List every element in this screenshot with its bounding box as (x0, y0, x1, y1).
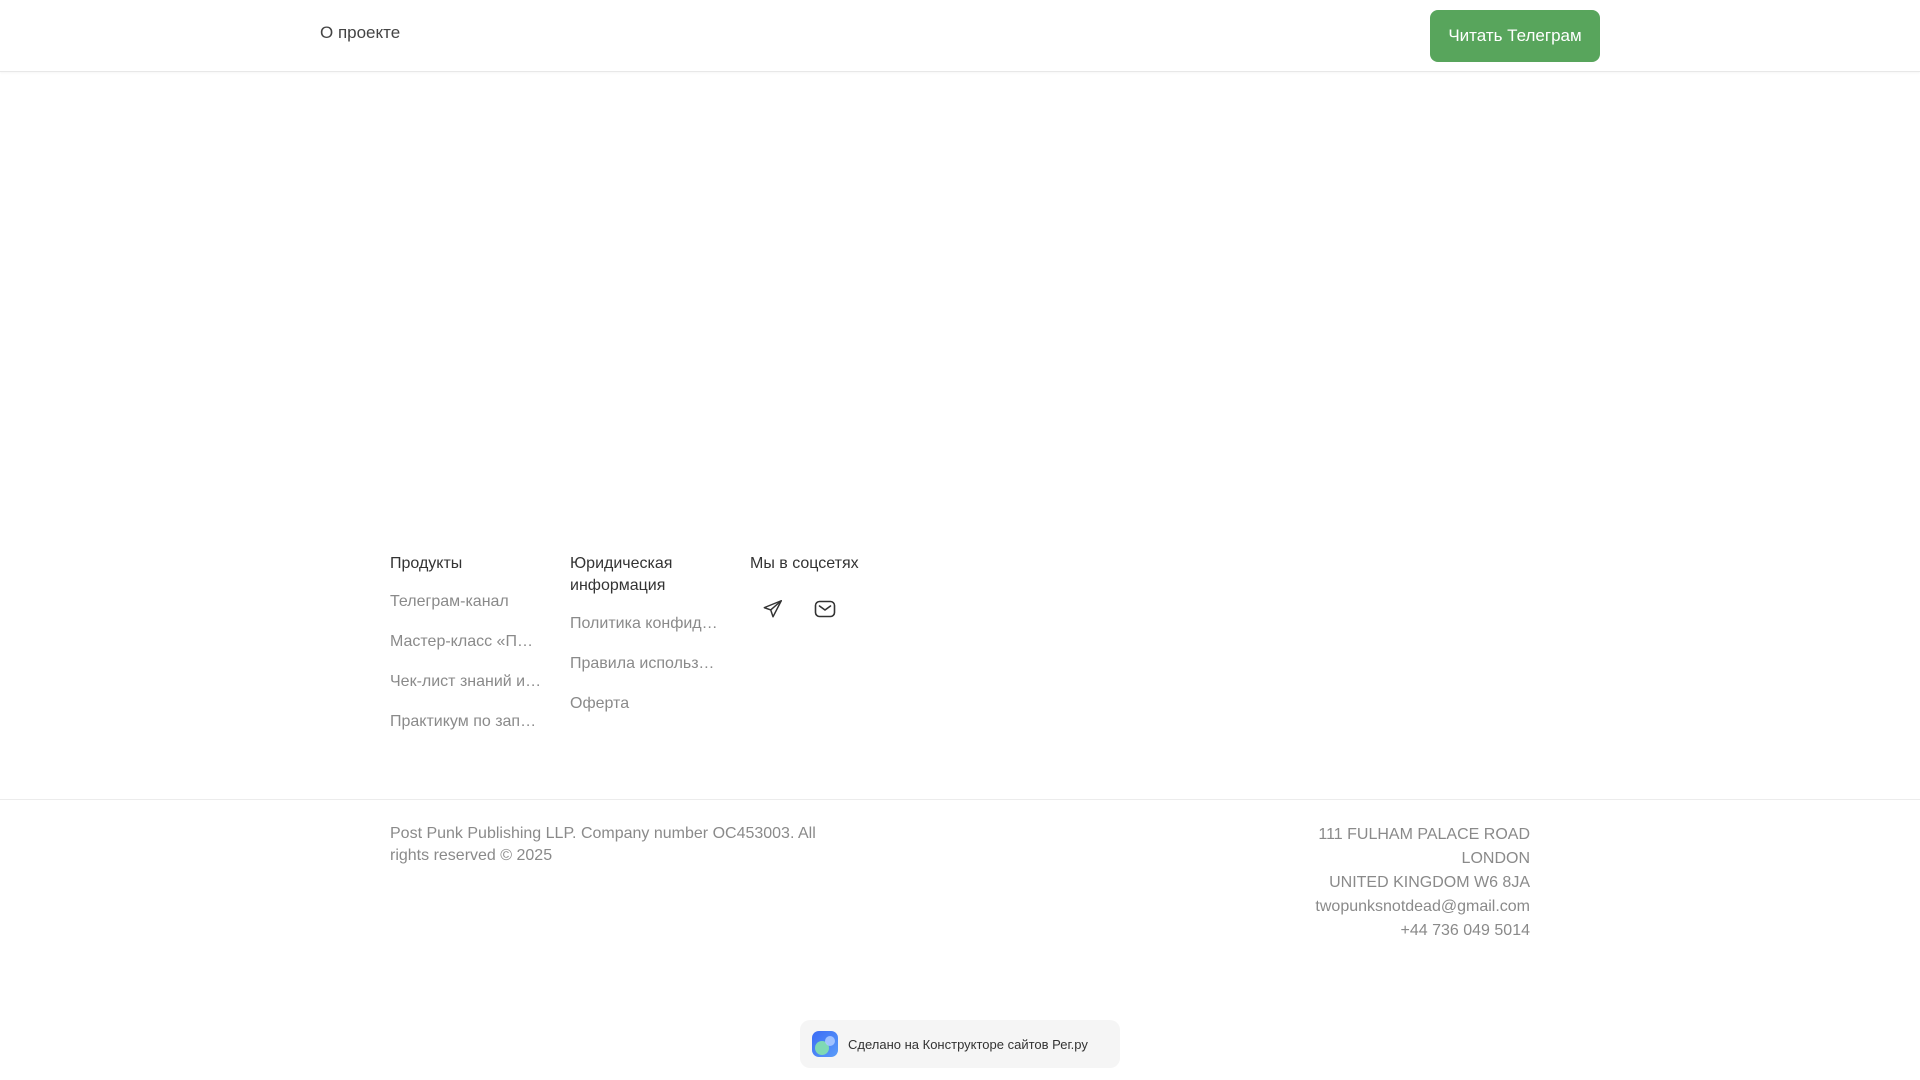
reg-ru-logo-icon (810, 1029, 840, 1059)
address-line-1: 111 FULHAM PALACE ROAD (1318, 826, 1530, 843)
read-telegram-button[interactable]: Читать Телеграм (1430, 10, 1600, 62)
footer-divider (0, 799, 1920, 800)
mail-icon[interactable] (810, 594, 840, 624)
made-with-badge[interactable]: Сделано на Конструкторе сайтов Рег.ру (800, 1020, 1120, 1068)
footer-heading-products: Продукты (390, 555, 463, 572)
nav-link-about[interactable]: О проекте (320, 23, 400, 43)
copyright-text: Post Punk Publishing LLP. Company number… (390, 825, 816, 864)
contact-phone[interactable]: +44 736 049 5014 (1315, 919, 1530, 943)
site-header: О проекте Читать Телеграм (0, 0, 1920, 72)
footer-link-privacy-policy[interactable]: Политика конфиде… (570, 614, 722, 634)
contact-block: 111 FULHAM PALACE ROAD LONDON UNITED KIN… (1315, 823, 1530, 943)
contact-email[interactable]: twopunksnotdead@gmail.com (1315, 895, 1530, 919)
footer-link-master-class[interactable]: Мастер-класс «Пл… (390, 632, 542, 652)
address-line-3: UNITED KINGDOM W6 8JA (1329, 874, 1530, 891)
footer-link-offer[interactable]: Оферта (570, 694, 722, 714)
legal-list: Политика конфиде… Правила использов… Офе… (570, 614, 722, 714)
telegram-icon[interactable] (758, 594, 788, 624)
footer-link-practicum[interactable]: Практикум по запу… (390, 712, 542, 732)
products-list: Телеграм-канал Мастер-класс «Пл… Чек-лис… (390, 592, 560, 732)
social-icons (758, 594, 920, 624)
badge-text: Сделано на Конструкторе сайтов Рег.ру (848, 1036, 1088, 1052)
footer-col-products: Продукты Телеграм-канал Мастер-класс «Пл… (390, 553, 560, 752)
footer-heading-legal: Юридическая информация (570, 555, 673, 594)
footer-link-checklist[interactable]: Чек-лист знаний и… (390, 672, 542, 692)
footer-link-terms-of-use[interactable]: Правила использов… (570, 654, 722, 674)
footer-heading-social: Мы в соцсетях (750, 555, 859, 572)
footer-link-telegram-channel[interactable]: Телеграм-канал (390, 592, 542, 612)
footer-col-social: Мы в соцсетях (750, 553, 920, 624)
footer-col-legal: Юридическая информация Политика конфиде…… (570, 553, 722, 734)
address-line-2: LONDON (1461, 850, 1530, 867)
